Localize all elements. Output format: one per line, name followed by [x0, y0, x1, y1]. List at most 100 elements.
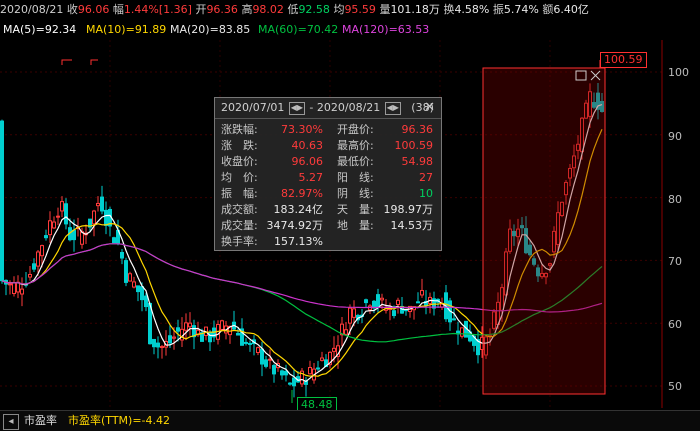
volume-label: 量	[379, 3, 391, 16]
stat-label: 收盘价:	[221, 155, 258, 168]
stat-label: 换手率:	[221, 235, 258, 248]
candle	[268, 358, 272, 361]
candle	[128, 273, 132, 282]
ma5-label: MA(5)=92.34	[3, 23, 77, 36]
candle	[44, 235, 48, 239]
ma-legend: MA(5)=92.34 MA(10)=91.89 MA(20)=83.85 MA…	[0, 21, 700, 39]
candle	[260, 348, 264, 365]
candle	[104, 209, 108, 226]
candle	[220, 320, 224, 330]
candle	[452, 318, 456, 321]
candle	[280, 370, 284, 376]
candle	[72, 229, 76, 241]
candle	[284, 370, 288, 376]
candle	[140, 286, 144, 301]
stat-value: 54.98	[401, 155, 434, 168]
candle	[348, 307, 352, 324]
y-tick-90: 90	[668, 130, 682, 143]
candle	[112, 237, 116, 244]
stat-value: 96.36	[401, 123, 434, 136]
open-value: 96.36	[206, 3, 238, 16]
stat-label: 涨 跌:	[221, 139, 258, 152]
stat-label: 均 价:	[221, 171, 258, 184]
candle	[188, 322, 192, 328]
candle	[376, 294, 380, 308]
candle	[60, 201, 64, 212]
y-tick-70: 70	[668, 255, 682, 268]
y-tick-100: 100	[668, 66, 689, 79]
candle	[144, 295, 148, 308]
stat-value: 14.53万	[390, 219, 434, 232]
range-end-stepper-icon[interactable]: ◀▶	[384, 101, 401, 115]
candle	[64, 203, 68, 225]
candle	[168, 335, 172, 344]
candle	[152, 338, 156, 348]
indicator-menu-icon[interactable]: ◂	[3, 414, 19, 430]
stat-label: 最高价:	[337, 139, 374, 152]
candle	[132, 281, 136, 288]
candle	[352, 308, 356, 318]
candle	[292, 377, 296, 387]
candle	[288, 382, 292, 385]
candle	[344, 329, 348, 335]
ma120-label: MA(120)=63.53	[342, 23, 430, 36]
candle	[52, 221, 56, 229]
stat-value: 100.59	[394, 139, 434, 152]
y-tick-80: 80	[668, 193, 682, 206]
candle	[100, 196, 104, 212]
range-start-stepper-icon[interactable]: ◀▶	[288, 101, 305, 115]
candle	[8, 283, 12, 286]
amount-value: 6.40亿	[553, 3, 589, 16]
y-tick-60: 60	[668, 318, 682, 331]
candle	[36, 251, 40, 267]
candle	[460, 327, 464, 337]
range-start: 2020/07/01	[221, 101, 285, 114]
stat-value: 82.97%	[281, 187, 323, 200]
stat-label: 成交额:	[221, 203, 258, 216]
stat-label: 天 量:	[337, 203, 374, 216]
quote-date: 2020/08/21	[0, 3, 64, 16]
stat-label: 阳 线:	[337, 171, 374, 184]
stat-value: 183.24亿	[273, 203, 324, 216]
candle	[40, 245, 44, 257]
stat-label: 地 量:	[337, 219, 374, 232]
stat-value: 96.06	[291, 155, 324, 168]
close-label: 收	[66, 3, 78, 16]
candle	[48, 220, 52, 236]
ma10-label: MA(10)=91.89	[86, 23, 167, 36]
range-end: 2020/08/21	[316, 101, 381, 114]
quote-bar: 2020/08/21 收96.06 幅1.44%[1.36] 开96.36 高9…	[0, 0, 700, 20]
candle	[264, 359, 268, 367]
candle	[32, 263, 36, 270]
high-label: 高	[241, 3, 253, 16]
close-icon[interactable]: ✕	[424, 98, 435, 118]
stat-value: 73.30%	[281, 123, 323, 136]
panel-header: 2020/07/01 ◀▶ - 2020/08/21 ◀▶ (38) ✕	[215, 98, 441, 119]
stat-value: 157.13%	[274, 235, 323, 248]
candle	[272, 365, 276, 375]
stat-value: 3474.92万	[266, 219, 324, 232]
candle	[392, 310, 396, 317]
turnover-value: 4.58%	[454, 3, 490, 16]
candle	[80, 231, 84, 245]
candle	[92, 210, 96, 225]
candle	[320, 357, 324, 361]
turnover-label: 换	[443, 3, 455, 16]
candle	[364, 299, 368, 304]
low-value: 92.58	[298, 3, 330, 16]
indicator-tab[interactable]: 市盈率	[24, 411, 57, 431]
candle	[28, 273, 32, 278]
ma20-label: MA(20)=83.85	[170, 23, 251, 36]
candle	[236, 332, 240, 336]
candle	[12, 282, 16, 294]
candle	[96, 202, 100, 207]
candle	[396, 299, 400, 305]
stat-value: 198.97万	[383, 203, 434, 216]
selection-range[interactable]	[482, 67, 606, 395]
ma60-label: MA(60)=70.42	[258, 23, 339, 36]
y-tick-50: 50	[668, 380, 682, 393]
candle	[172, 336, 176, 339]
range-separator: -	[309, 101, 314, 114]
candle	[56, 215, 60, 218]
stat-value: 5.27	[298, 171, 324, 184]
